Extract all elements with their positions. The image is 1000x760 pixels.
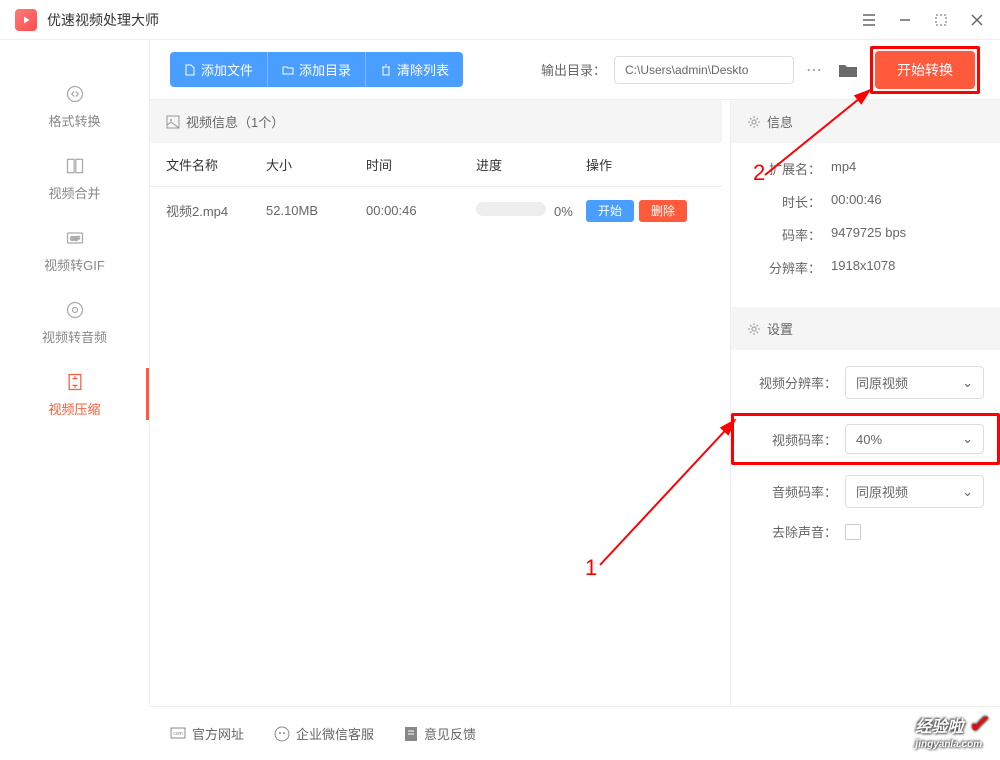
open-folder-button[interactable] <box>834 58 862 82</box>
audio-icon <box>63 298 87 322</box>
sidebar-item-compress[interactable]: 视频压缩 <box>0 358 149 430</box>
cell-progress: 0% <box>476 202 586 219</box>
sidebar-item-merge[interactable]: 视频合并 <box>0 142 149 214</box>
row-start-button[interactable]: 开始 <box>586 200 634 222</box>
add-dir-button[interactable]: 添加目录 <box>267 52 365 87</box>
abitrate-label: 音频码率： <box>747 482 837 501</box>
col-size: 大小 <box>266 155 366 174</box>
right-panel: 信息 扩展名： mp4 时长： 00:00:46 码率： 9479725 bps 分辨… <box>730 100 1000 706</box>
highlight-bitrate: 视频码率： 40%⌄ <box>731 413 1000 465</box>
cell-time: 00:00:46 <box>366 203 476 218</box>
sidebar-item-format[interactable]: 格式转换 <box>0 70 149 142</box>
feedback-icon <box>404 726 418 742</box>
table-area: 视频信息（1个） 文件名称 大小 时间 进度 操作 视频2.mp4 52.10M… <box>150 100 722 706</box>
folder-icon <box>282 64 294 76</box>
output-path-input[interactable] <box>614 56 794 84</box>
gear-icon <box>747 115 761 129</box>
toolbar: 添加文件 添加目录 清除列表 输出目录： ⋯ 开始转 <box>150 40 1000 100</box>
menu-icon[interactable] <box>861 12 877 28</box>
col-progress: 进度 <box>476 155 586 174</box>
add-file-button[interactable]: 添加文件 <box>170 52 267 87</box>
col-name: 文件名称 <box>166 155 266 174</box>
duration-label: 时长： <box>751 192 821 211</box>
duration-value: 00:00:46 <box>831 192 882 211</box>
file-icon <box>184 64 196 76</box>
info-header: 信息 <box>731 100 1000 143</box>
maximize-icon[interactable] <box>933 12 949 28</box>
app-logo-icon <box>15 9 37 31</box>
gif-icon: GIF <box>63 226 87 250</box>
sidebar-label: 视频压缩 <box>48 399 100 418</box>
resolution-label: 分辨率： <box>751 258 821 277</box>
more-dots-icon[interactable]: ⋯ <box>802 60 826 80</box>
start-convert-button[interactable]: 开始转换 <box>875 51 975 89</box>
vbitrate-label: 视频码率： <box>747 430 837 449</box>
compress-icon <box>63 370 87 394</box>
official-site-link[interactable]: com 官方网址 <box>170 724 244 743</box>
video-bitrate-select[interactable]: 40%⌄ <box>845 424 984 454</box>
feedback-link[interactable]: 意见反馈 <box>404 724 476 743</box>
remove-audio-label: 去除声音： <box>747 522 837 541</box>
folder-open-icon <box>838 62 858 78</box>
table-header: 文件名称 大小 时间 进度 操作 <box>150 143 722 187</box>
chevron-down-icon: ⌄ <box>962 484 973 500</box>
remove-audio-checkbox[interactable] <box>845 524 861 540</box>
wechat-icon <box>274 726 290 742</box>
trash-icon <box>380 64 392 76</box>
cell-size: 52.10MB <box>266 203 366 218</box>
merge-icon <box>63 154 87 178</box>
check-icon: ✓ <box>968 711 988 738</box>
table-row: 视频2.mp4 52.10MB 00:00:46 0% 开始删除 <box>150 187 722 234</box>
image-icon <box>166 115 180 129</box>
progress-bar <box>476 202 546 216</box>
output-label: 输出目录： <box>541 60 606 79</box>
sidebar-label: 视频转音频 <box>42 327 107 346</box>
resolution-select[interactable]: 同原视频⌄ <box>845 366 984 399</box>
ext-label: 扩展名： <box>751 159 821 178</box>
sidebar-item-audio[interactable]: 视频转音频 <box>0 286 149 358</box>
sidebar-label: 视频转GIF <box>44 255 105 274</box>
audio-bitrate-select[interactable]: 同原视频⌄ <box>845 475 984 508</box>
row-delete-button[interactable]: 删除 <box>639 200 687 222</box>
format-icon <box>63 82 87 106</box>
bitrate-value: 9479725 bps <box>831 225 906 244</box>
resolution-value: 1918x1078 <box>831 258 895 277</box>
sidebar: 格式转换 视频合并 GIF 视频转GIF 视频转音频 视频压缩 <box>0 40 150 706</box>
col-time: 时间 <box>366 155 476 174</box>
clear-list-button[interactable]: 清除列表 <box>365 52 463 87</box>
video-info-header: 视频信息（1个） <box>150 100 722 143</box>
cell-name: 视频2.mp4 <box>166 201 266 220</box>
settings-header: 设置 <box>731 307 1000 350</box>
app-title: 优速视频处理大师 <box>47 10 159 30</box>
svg-text:com: com <box>173 731 182 737</box>
chevron-down-icon: ⌄ <box>962 431 973 447</box>
wechat-support-link[interactable]: 企业微信客服 <box>274 724 374 743</box>
close-icon[interactable] <box>969 12 985 28</box>
watermark: 经验啦 ✓ jingyanla.com <box>915 710 988 750</box>
sidebar-item-gif[interactable]: GIF 视频转GIF <box>0 214 149 286</box>
sidebar-label: 视频合并 <box>48 183 100 202</box>
cell-action: 开始删除 <box>586 202 706 219</box>
minimize-icon[interactable] <box>897 12 913 28</box>
bitrate-label: 码率： <box>751 225 821 244</box>
titlebar: 优速视频处理大师 <box>0 0 1000 40</box>
col-action: 操作 <box>586 155 706 174</box>
chevron-down-icon: ⌄ <box>962 375 973 391</box>
highlight-start-convert: 开始转换 <box>870 46 980 94</box>
ext-value: mp4 <box>831 159 856 178</box>
gear-icon <box>747 322 761 336</box>
footer: com 官方网址 企业微信客服 意见反馈 <box>150 706 1000 760</box>
site-icon: com <box>170 727 186 741</box>
svg-text:GIF: GIF <box>70 237 80 243</box>
sidebar-label: 格式转换 <box>48 111 100 130</box>
res-label: 视频分辨率： <box>747 373 837 392</box>
